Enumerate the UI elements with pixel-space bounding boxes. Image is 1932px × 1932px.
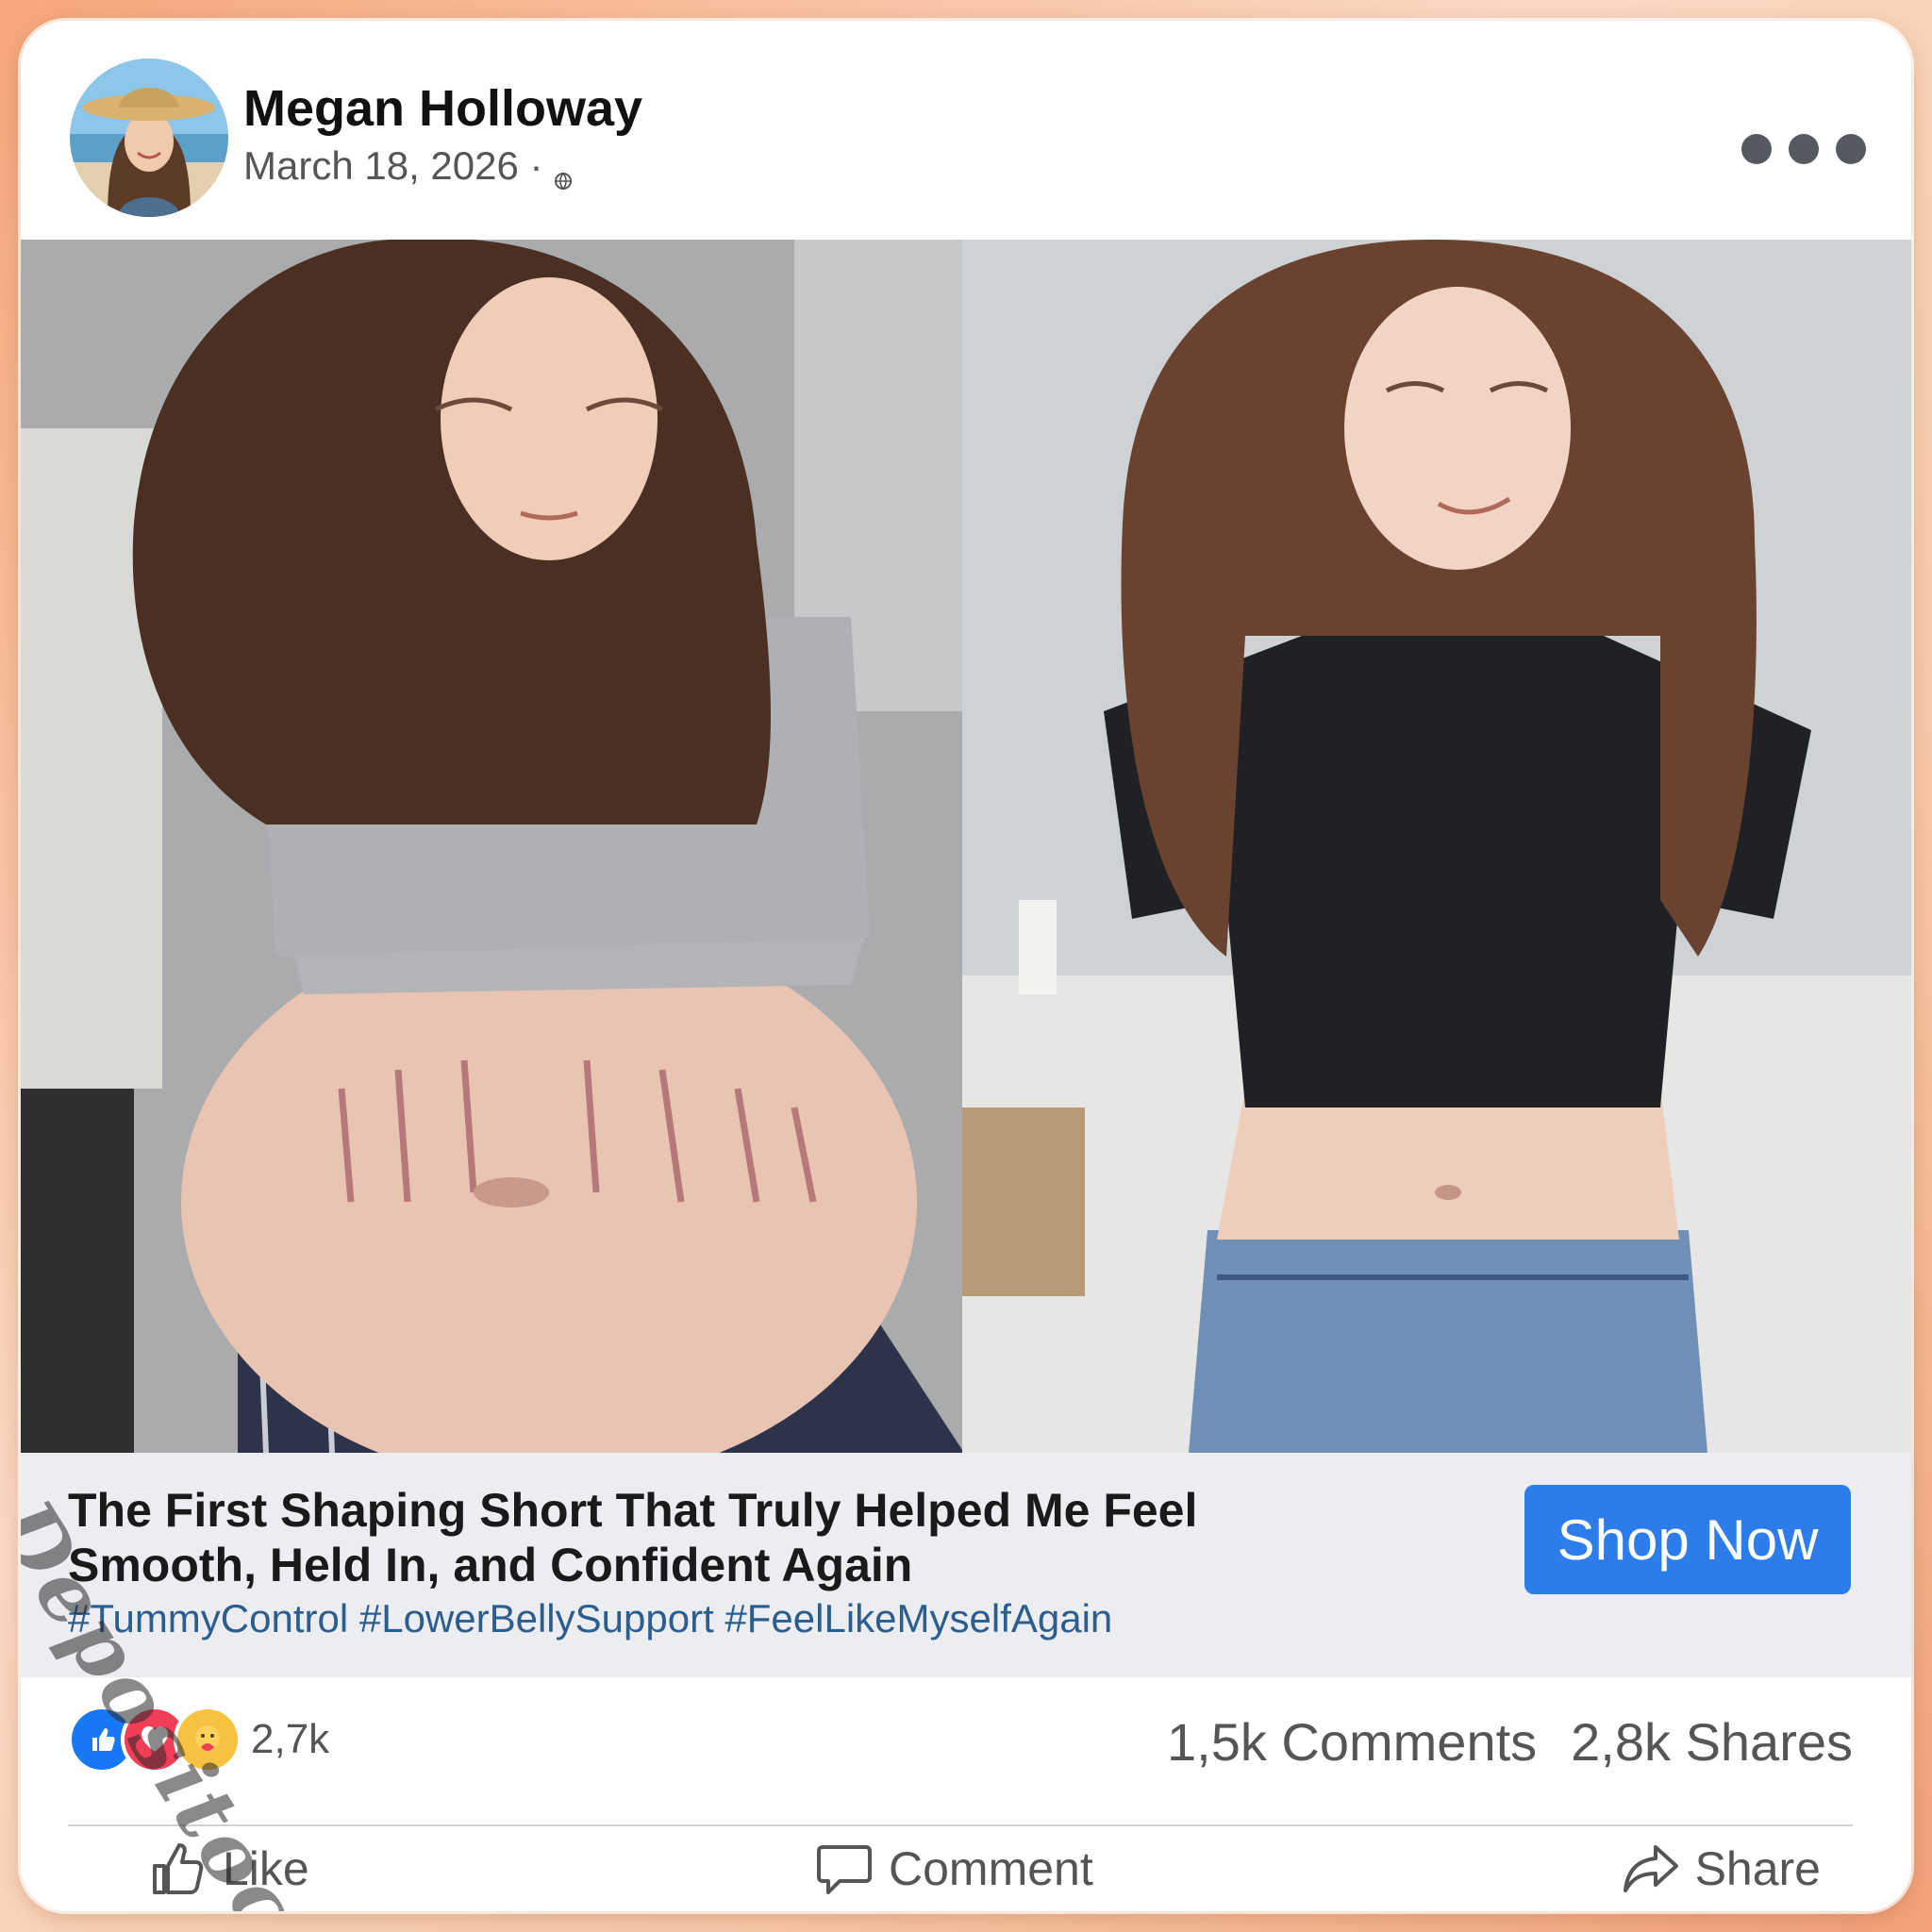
care-reaction-icon (174, 1706, 242, 1774)
post-stats: 2,7k 1,5k Comments 2,8k Shares (21, 1677, 1911, 1800)
comment-label: Comment (889, 1842, 1093, 1895)
post-images[interactable] (21, 240, 1911, 1453)
globe-icon (553, 156, 574, 191)
shop-now-button[interactable]: Shop Now (1524, 1485, 1851, 1594)
more-dots-icon[interactable] (1741, 134, 1866, 170)
like-label: Like (223, 1842, 309, 1895)
avatar[interactable] (70, 58, 228, 217)
comment-bubble-icon (817, 1845, 872, 1894)
post-header: Megan Holloway March 18, 2026 · (21, 21, 1911, 240)
ad-title[interactable]: The First Shaping Short That Truly Helpe… (68, 1483, 1332, 1592)
share-button[interactable]: Share (1620, 1838, 1821, 1900)
before-photo[interactable] (21, 240, 962, 1453)
reaction-summary[interactable]: 2,7k (68, 1706, 329, 1774)
like-button[interactable]: Like (147, 1838, 309, 1900)
share-label: Share (1694, 1842, 1821, 1895)
shares-count[interactable]: 2,8k Shares (1571, 1711, 1853, 1773)
comments-count[interactable]: 1,5k Comments (1167, 1711, 1537, 1773)
engagement-counts: 1,5k Comments 2,8k Shares (1167, 1711, 1853, 1773)
post-actions: Like Comment Share (21, 1828, 1911, 1911)
comment-button[interactable]: Comment (813, 1838, 1093, 1900)
after-photo[interactable] (962, 240, 1911, 1453)
post-card: Megan Holloway March 18, 2026 · The Firs… (21, 21, 1911, 1911)
thumbs-up-icon (153, 1843, 204, 1894)
share-arrow-icon (1623, 1845, 1678, 1892)
post-date[interactable]: March 18, 2026 · (243, 143, 574, 191)
ad-hashtags[interactable]: #TummyControl #LowerBellySupport #FeelLi… (68, 1596, 1112, 1641)
post-date-text: March 18, 2026 · (243, 143, 543, 188)
ad-strip: The First Shaping Short That Truly Helpe… (21, 1453, 1911, 1677)
reaction-count: 2,7k (251, 1716, 330, 1762)
author-name[interactable]: Megan Holloway (243, 79, 642, 138)
actions-divider (68, 1824, 1853, 1826)
